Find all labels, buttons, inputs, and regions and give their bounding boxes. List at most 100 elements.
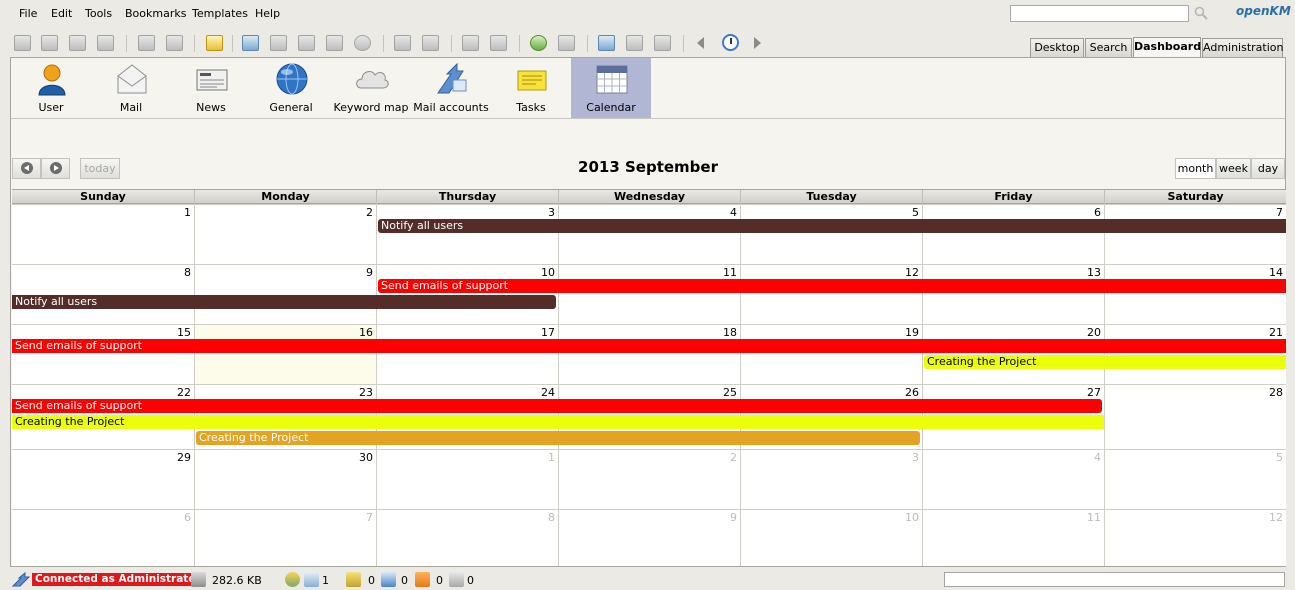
refresh-icon[interactable]: [530, 35, 547, 51]
delete-icon[interactable]: [354, 35, 371, 51]
menu-templates[interactable]: Templates: [192, 7, 248, 20]
dashboard-tab-news[interactable]: News: [171, 58, 251, 118]
dashboard-tab-mail[interactable]: Mail: [91, 58, 171, 118]
calendar-event[interactable]: Send emails of support: [12, 399, 1102, 413]
calendar-day-cell[interactable]: 8: [12, 264, 194, 324]
print-icon[interactable]: [97, 35, 114, 51]
find-similar-icon[interactable]: [69, 35, 86, 51]
checkin-icon[interactable]: [298, 35, 315, 51]
calendar-day-cell[interactable]: 9: [194, 264, 376, 324]
calendar-day-cell[interactable]: 6: [12, 509, 194, 566]
calendar-day-cell[interactable]: 2: [558, 449, 740, 509]
chat-icon[interactable]: [304, 572, 319, 587]
dashboard-tab-general[interactable]: General: [251, 58, 331, 118]
unlock-icon[interactable]: [166, 35, 183, 51]
upload-icon[interactable]: [626, 35, 643, 51]
calendar-day-cell[interactable]: 9: [558, 509, 740, 566]
calendar-day-cell[interactable]: 2: [194, 204, 376, 264]
repository-size: 282.6 KB: [212, 574, 262, 587]
add-document-icon[interactable]: [242, 35, 259, 51]
calendar-day-cell[interactable]: 19: [740, 324, 922, 384]
dashboard-tab-user[interactable]: User: [11, 58, 91, 118]
add-property-group-icon[interactable]: [394, 35, 411, 51]
add-folder-icon[interactable]: [206, 35, 223, 51]
view-day-button[interactable]: day: [1251, 158, 1285, 179]
checkout-icon[interactable]: [270, 35, 287, 51]
menu-bookmarks[interactable]: Bookmarks: [125, 7, 186, 20]
dashboard-tab-keyword-map[interactable]: Keyword map: [331, 58, 411, 118]
calendar-day-cell[interactable]: 10: [740, 509, 922, 566]
dashboard-tab-tasks[interactable]: Tasks: [491, 58, 571, 118]
find-folder-icon[interactable]: [14, 35, 31, 51]
tab-desktop[interactable]: Desktop: [1030, 38, 1084, 57]
calendar-day-cell[interactable]: 16: [194, 324, 376, 384]
calendar-day-cell[interactable]: 4: [558, 204, 740, 264]
calendar-day-cell[interactable]: 17: [376, 324, 558, 384]
view-week-button[interactable]: week: [1216, 158, 1251, 179]
calendar-event[interactable]: Creating the Project: [12, 415, 1104, 429]
calendar-day-cell[interactable]: 10: [376, 264, 558, 324]
calendar-day-cell[interactable]: 6: [922, 204, 1104, 264]
calendar-day-cell[interactable]: 15: [12, 324, 194, 384]
find-document-icon[interactable]: [41, 35, 58, 51]
download-icon[interactable]: [654, 35, 671, 51]
calendar-day-cell[interactable]: 13: [922, 264, 1104, 324]
menu-tools[interactable]: Tools: [85, 7, 112, 20]
calendar-event[interactable]: Creating the Project: [924, 355, 1286, 369]
quick-search-input[interactable]: [1010, 5, 1189, 22]
remove-property-group-icon[interactable]: [422, 35, 439, 51]
cancel-checkout-icon[interactable]: [326, 35, 343, 51]
calendar-day-cell[interactable]: 5: [1104, 449, 1286, 509]
dashboard-tab-mail-accounts[interactable]: Mail accounts: [411, 58, 491, 118]
calendar-day-cell[interactable]: 11: [922, 509, 1104, 566]
menu-help[interactable]: Help: [255, 7, 280, 20]
calendar-day-cell[interactable]: 3: [376, 204, 558, 264]
calendar-event[interactable]: Send emails of support: [378, 279, 1286, 293]
calendar-day-cell[interactable]: 3: [740, 449, 922, 509]
calendar-day-cell[interactable]: 12: [1104, 509, 1286, 566]
next-arrow-icon[interactable]: [754, 37, 761, 49]
dow-header: Friday: [922, 190, 1104, 204]
day-number: 2: [366, 206, 373, 219]
tab-search[interactable]: Search: [1085, 38, 1132, 57]
search-icon[interactable]: [1194, 6, 1208, 20]
calendar-day-cell[interactable]: 29: [12, 449, 194, 509]
checkout-documents-icon[interactable]: [381, 572, 396, 587]
calendar-day-cell[interactable]: 1: [376, 449, 558, 509]
calendar-day-cell[interactable]: 11: [558, 264, 740, 324]
calendar-day-cell[interactable]: 14: [1104, 264, 1286, 324]
clock-icon[interactable]: [722, 34, 739, 51]
add-subscription-icon[interactable]: [490, 35, 507, 51]
calendar-day-cell[interactable]: 21: [1104, 324, 1286, 384]
calendar-event[interactable]: Notify all users: [12, 295, 556, 309]
menu-edit[interactable]: Edit: [51, 7, 72, 20]
home-icon[interactable]: [558, 35, 575, 51]
calendar-day-cell[interactable]: 20: [922, 324, 1104, 384]
calendar-event[interactable]: Creating the Project: [196, 431, 920, 445]
tab-dashboard[interactable]: Dashboard: [1133, 37, 1201, 57]
scanner-icon[interactable]: [598, 35, 615, 51]
subscription-icon[interactable]: [449, 572, 464, 587]
day-number: 30: [359, 451, 373, 464]
tab-administration[interactable]: Administration: [1202, 38, 1284, 57]
calendar-day-cell[interactable]: 1: [12, 204, 194, 264]
calendar-day-cell[interactable]: 8: [376, 509, 558, 566]
start-workflow-icon[interactable]: [462, 35, 479, 51]
calendar-day-cell[interactable]: 28: [1104, 384, 1286, 449]
calendar-day-cell[interactable]: 7: [194, 509, 376, 566]
locked-documents-icon[interactable]: [346, 572, 361, 587]
calendar-day-cell[interactable]: 12: [740, 264, 922, 324]
dashboard-tab-calendar[interactable]: Calendar: [571, 58, 651, 118]
previous-arrow-icon[interactable]: [697, 37, 704, 49]
calendar-day-cell[interactable]: 18: [558, 324, 740, 384]
calendar-event[interactable]: Send emails of support: [12, 339, 1286, 353]
view-month-button[interactable]: month: [1175, 158, 1216, 179]
calendar-day-cell[interactable]: 5: [740, 204, 922, 264]
menu-file[interactable]: File: [19, 7, 37, 20]
lock-icon[interactable]: [138, 35, 155, 51]
calendar-day-cell[interactable]: 4: [922, 449, 1104, 509]
calendar-event[interactable]: Notify all users: [378, 219, 1286, 233]
mail-status-icon[interactable]: [415, 572, 430, 587]
calendar-day-cell[interactable]: 7: [1104, 204, 1286, 264]
calendar-day-cell[interactable]: 30: [194, 449, 376, 509]
